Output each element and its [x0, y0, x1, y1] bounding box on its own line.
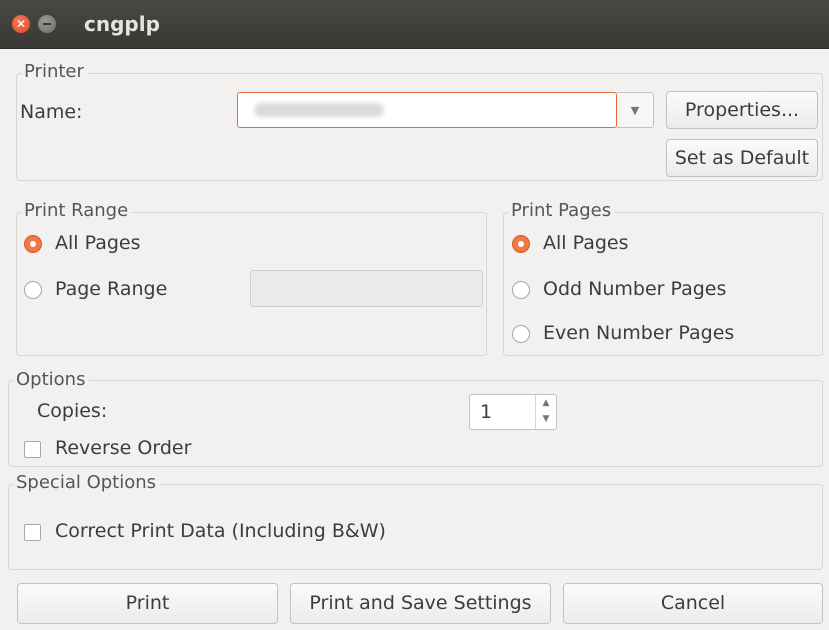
increment-icon[interactable]: ▲: [536, 398, 556, 408]
printer-name-label: Name:: [20, 101, 83, 123]
special-options-group-label: Special Options: [14, 472, 161, 493]
cancel-button[interactable]: Cancel: [563, 583, 823, 624]
all-pages-range-label[interactable]: All Pages: [55, 232, 141, 254]
all-pages-radio[interactable]: [512, 235, 530, 253]
chevron-down-icon[interactable]: ▼: [617, 92, 654, 128]
properties-button[interactable]: Properties...: [666, 91, 818, 129]
decrement-icon[interactable]: ▼: [536, 414, 556, 424]
all-pages-range-radio[interactable]: [24, 235, 42, 253]
close-icon[interactable]: ✕: [12, 15, 30, 33]
print-range-group-label: Print Range: [22, 200, 133, 221]
minimize-icon[interactable]: [38, 15, 56, 33]
correct-print-data-label[interactable]: Correct Print Data (Including B&W): [55, 520, 386, 542]
all-pages-label[interactable]: All Pages: [543, 232, 629, 254]
correct-print-data-checkbox[interactable]: [24, 524, 41, 541]
page-range-radio[interactable]: [24, 281, 42, 299]
printer-name-combo[interactable]: [237, 92, 617, 128]
copies-value: 1: [480, 401, 493, 423]
printer-name-value: [254, 103, 384, 117]
set-as-default-button[interactable]: Set as Default: [666, 139, 818, 177]
options-group-label: Options: [14, 369, 90, 390]
window-title: cngplp: [84, 12, 160, 36]
page-range-label[interactable]: Page Range: [55, 278, 167, 300]
odd-pages-radio[interactable]: [512, 281, 530, 299]
reverse-order-label[interactable]: Reverse Order: [55, 437, 191, 459]
printer-group-label: Printer: [22, 61, 88, 82]
odd-pages-label[interactable]: Odd Number Pages: [543, 278, 726, 300]
title-bar: ✕ cngplp: [0, 0, 829, 49]
even-pages-label[interactable]: Even Number Pages: [543, 322, 734, 344]
reverse-order-checkbox[interactable]: [24, 441, 41, 458]
copies-label: Copies:: [37, 400, 108, 422]
print-pages-group-label: Print Pages: [509, 200, 616, 221]
even-pages-radio[interactable]: [512, 325, 530, 343]
page-range-input[interactable]: [250, 270, 483, 307]
print-and-save-button[interactable]: Print and Save Settings: [290, 583, 551, 624]
print-button[interactable]: Print: [17, 583, 278, 624]
copies-stepper[interactable]: 1 ▲ ▼: [469, 394, 557, 430]
